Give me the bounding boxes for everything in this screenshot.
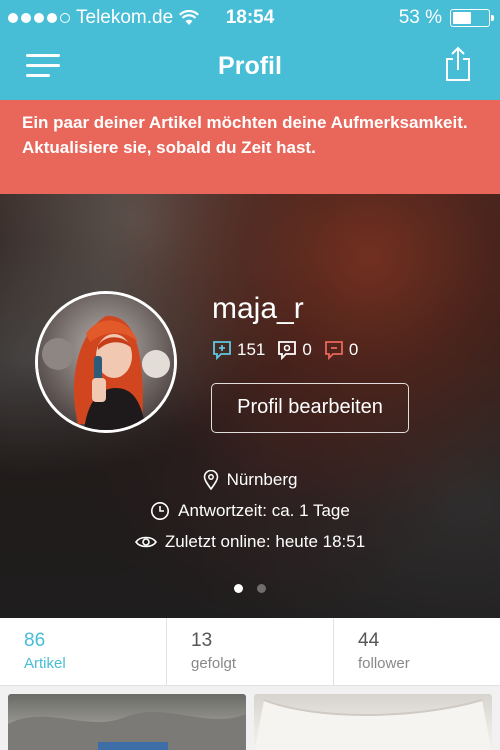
location-text: Nürnberg [226, 470, 298, 489]
article-photo [254, 699, 492, 750]
tab-articles[interactable]: 86 Artikel [0, 618, 167, 685]
positive-count: 151 [237, 340, 266, 359]
article-photo [8, 712, 246, 750]
profile-counters: 86 Artikel 13 gefolgt 44 follower [0, 618, 500, 686]
page-dot-1[interactable] [234, 584, 243, 593]
location-line: Nürnberg [0, 470, 500, 490]
counter-value: 13 [191, 630, 213, 651]
counter-value: 86 [24, 630, 46, 651]
counter-value: 44 [358, 630, 380, 651]
username: maja_r [212, 292, 304, 325]
tab-followers[interactable]: 44 follower [334, 618, 500, 685]
rating-stats: 151 0 0 [212, 340, 370, 360]
battery-level [453, 12, 472, 24]
response-time-text: Antwortzeit: ca. 1 Tage [178, 501, 350, 520]
clock-icon [151, 502, 170, 520]
avatar-photo [38, 294, 174, 430]
tab-following[interactable]: 13 gefolgt [167, 618, 334, 685]
status-bar: Telekom.de 18:54 53 % [0, 0, 500, 32]
page-indicator[interactable] [0, 584, 500, 593]
update-items-alert[interactable]: Ein paar deiner Artikel möchten deine Au… [0, 100, 500, 194]
counter-label: follower [358, 655, 410, 672]
negative-rating-icon [324, 341, 343, 360]
last-online-line: Zuletzt online: heute 18:51 [0, 532, 500, 552]
rating-neutral: 0 [277, 340, 312, 360]
battery-info: 53 % [398, 7, 494, 29]
neutral-count: 0 [302, 340, 312, 359]
battery-percent: 53 % [398, 7, 442, 28]
page-dot-2[interactable] [257, 584, 266, 593]
negative-count: 0 [348, 340, 359, 359]
articles-grid [0, 686, 500, 750]
avatar[interactable] [35, 291, 177, 433]
article-thumbnail[interactable] [8, 694, 246, 750]
counter-label: gefolgt [191, 655, 237, 672]
app-header: Telekom.de 18:54 53 % Profil [0, 0, 500, 100]
battery-icon [450, 9, 494, 27]
eye-icon [134, 536, 157, 548]
response-time-line: Antwortzeit: ca. 1 Tage [0, 501, 500, 521]
last-online-text: Zuletzt online: heute 18:51 [164, 532, 366, 551]
location-pin-icon [203, 470, 218, 490]
rating-positive: 151 [212, 340, 265, 360]
page-title: Profil [218, 52, 282, 80]
share-icon[interactable] [444, 46, 472, 82]
counter-label: Artikel [24, 655, 66, 672]
article-thumbnail[interactable] [254, 694, 492, 750]
neutral-rating-icon [278, 341, 297, 360]
edit-profile-button[interactable]: Profil bearbeiten [211, 383, 409, 433]
rating-negative: 0 [324, 340, 358, 360]
nav-bar: Profil [0, 32, 500, 100]
profile-hero: maja_r 151 0 0 Profil bearbeiten Nürnber… [0, 194, 500, 618]
positive-rating-icon [213, 341, 231, 360]
